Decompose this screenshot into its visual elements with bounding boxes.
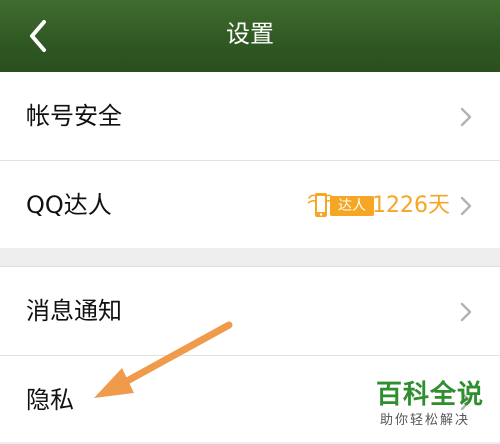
setting-label-privacy: 隐私 <box>26 386 74 414</box>
setting-row-qq-expert[interactable]: QQ达人 达人 1226天 <box>0 161 500 249</box>
setting-row-notifications[interactable]: 消息通知 <box>0 267 500 356</box>
setting-label-qq-expert: QQ达人 <box>26 191 112 219</box>
settings-group-account: 帐号安全 QQ达人 达人 1226天 <box>0 72 500 248</box>
watermark-title: 百科全说 <box>376 380 485 410</box>
chevron-right-icon <box>460 196 472 216</box>
setting-label-notifications: 消息通知 <box>26 297 122 325</box>
expert-badge: 达人 <box>300 190 376 222</box>
setting-label-account-security: 帐号安全 <box>26 102 122 130</box>
setting-row-account-security[interactable]: 帐号安全 <box>0 72 500 161</box>
page-title: 设置 <box>226 20 274 48</box>
expert-badge-label: 达人 <box>330 196 374 216</box>
title-bar: 设置 <box>0 0 500 73</box>
chevron-right-icon <box>460 302 472 322</box>
expert-days-count: 1226天 <box>372 193 450 218</box>
chevron-right-icon <box>460 107 472 127</box>
watermark-subtitle: 助你轻松解决 <box>380 413 471 428</box>
